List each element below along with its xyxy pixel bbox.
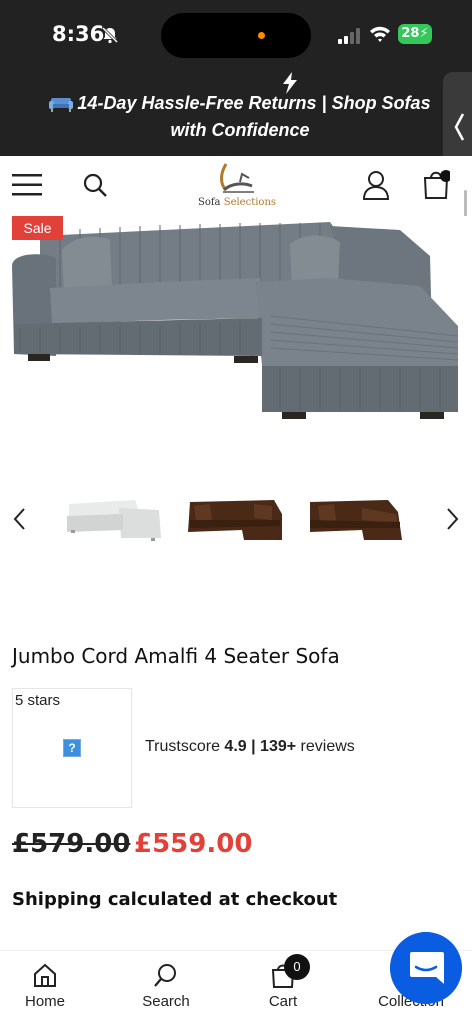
- chevron-right-icon[interactable]: [446, 507, 460, 531]
- search-icon[interactable]: [82, 172, 108, 198]
- trustpilot-widget[interactable]: 5 stars ?: [12, 688, 132, 808]
- sale-badge: Sale: [12, 216, 63, 240]
- reviews-suffix: reviews: [296, 738, 355, 755]
- cellular-signal-icon: [338, 28, 360, 44]
- battery-level: 28: [401, 26, 420, 41]
- announcement-text[interactable]: 14-Day Hassle-Free Returns | Shop Sofas …: [30, 90, 450, 144]
- nav-cart[interactable]: Cart: [238, 962, 328, 1018]
- broken-image-icon: ?: [63, 739, 81, 757]
- shipping-note: Shipping calculated at checkout: [12, 889, 338, 910]
- brand-name-part-2: Selections: [223, 197, 277, 208]
- cart-count-badge: 0: [284, 954, 310, 980]
- rating-alt-text: 5 stars: [15, 692, 61, 709]
- trustscore-value: 4.9: [224, 738, 247, 755]
- battery-indicator: 28⚡: [398, 24, 432, 44]
- search-icon: [154, 964, 176, 987]
- nav-home-label: Home: [24, 993, 65, 1010]
- thumbnail-brown-sofa-2[interactable]: [306, 490, 406, 546]
- status-time: 8:36: [52, 22, 105, 46]
- trustscore-prefix: Trustscore: [145, 738, 225, 755]
- compare-at-price: £579.00: [12, 829, 131, 859]
- home-icon: [34, 963, 56, 987]
- product-main-image[interactable]: [0, 216, 472, 466]
- nav-cart-label: Cart: [268, 993, 298, 1010]
- review-count: 139+: [260, 738, 297, 755]
- nav-search-label: Search: [142, 993, 190, 1010]
- menu-icon[interactable]: [12, 174, 42, 196]
- shopping-bag-icon[interactable]: [422, 168, 450, 200]
- sofa-emoji-icon: [49, 98, 74, 112]
- announcement-label: 14-Day Hassle-Free Returns | Shop Sofas …: [77, 93, 431, 140]
- brand-name[interactable]: Sofa Selections: [196, 197, 278, 208]
- privacy-indicator: [258, 32, 265, 39]
- thumbnail-white-sofa[interactable]: [63, 490, 163, 546]
- nav-search[interactable]: Search: [121, 962, 211, 1018]
- trustscore-text[interactable]: Trustscore 4.9 | 139+ reviews: [145, 738, 355, 756]
- bell-off-icon: [101, 26, 119, 44]
- dynamic-island: [161, 13, 311, 58]
- trustscore-separator: |: [246, 738, 261, 755]
- product-title: Jumbo Cord Amalfi 4 Seater Sofa: [12, 644, 340, 668]
- nav-home[interactable]: Home: [0, 962, 90, 1018]
- brand-name-part-1: Sofa: [197, 197, 221, 208]
- chevron-left-icon[interactable]: [12, 507, 26, 531]
- thumbnail-brown-sofa-1[interactable]: [184, 490, 284, 546]
- charging-bolt: ⚡: [419, 26, 429, 41]
- wifi-icon: [370, 26, 390, 42]
- chevron-left-icon: [454, 113, 465, 141]
- chat-launcher-button[interactable]: [390, 932, 462, 1004]
- account-icon[interactable]: [362, 170, 390, 200]
- sale-price: £559.00: [134, 829, 253, 859]
